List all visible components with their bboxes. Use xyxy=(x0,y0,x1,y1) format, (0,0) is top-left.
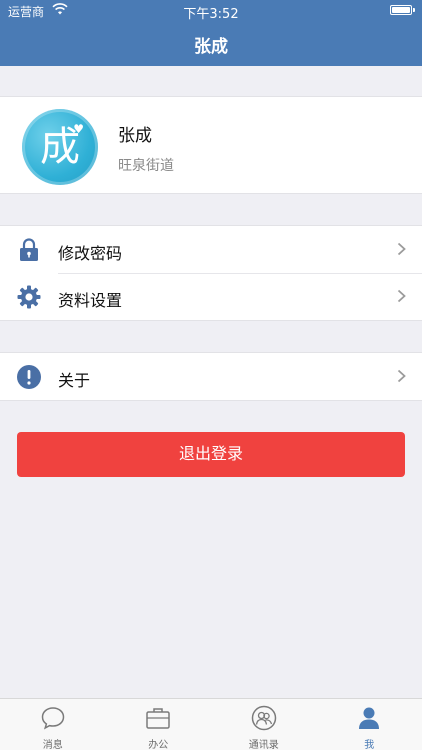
info-icon xyxy=(17,365,41,389)
menu-item-label: 资料设置 xyxy=(58,291,123,310)
person-icon xyxy=(359,707,380,729)
battery-icon xyxy=(390,5,415,15)
menu-item-about[interactable]: 关于 xyxy=(0,353,422,400)
heart-icon: ♥ xyxy=(73,122,84,136)
tab-messages[interactable]: 消息 xyxy=(0,699,106,750)
status-time: 下午3:52 xyxy=(183,7,239,22)
status-bar: 运营商 下午3:52 xyxy=(0,0,422,22)
chevron-right-icon xyxy=(397,242,406,256)
chevron-right-icon xyxy=(397,369,406,383)
page-title: 张成 xyxy=(194,37,228,57)
profile-card[interactable]: 成 ♥ 张成 旺泉街道 xyxy=(0,96,422,194)
menu-item-label: 关于 xyxy=(58,371,91,390)
menu-item-change-password[interactable]: 修改密码 xyxy=(0,226,422,273)
profile-district: 旺泉街道 xyxy=(118,158,174,174)
about-group: 关于 xyxy=(0,352,422,401)
lock-icon xyxy=(20,238,38,261)
top-bar: 运营商 下午3:52 张成 xyxy=(0,0,422,66)
profile-name: 张成 xyxy=(118,126,152,146)
menu-item-profile-settings[interactable]: 资料设置 xyxy=(0,273,422,320)
gear-icon xyxy=(17,285,41,309)
settings-group: 修改密码 资料设置 xyxy=(0,225,422,321)
menu-item-label: 修改密码 xyxy=(58,244,123,263)
tab-label: 办公 xyxy=(148,740,169,750)
tab-bar: 消息 办公 通讯录 我 xyxy=(0,698,422,750)
briefcase-icon xyxy=(146,708,170,729)
contacts-icon xyxy=(251,705,276,731)
message-icon xyxy=(41,707,65,730)
tab-label: 通讯录 xyxy=(248,740,279,750)
tab-contacts[interactable]: 通讯录 xyxy=(211,699,317,750)
tab-me[interactable]: 我 xyxy=(317,699,422,750)
logout-button[interactable]: 退出登录 xyxy=(17,432,405,477)
tab-label: 消息 xyxy=(42,740,63,750)
avatar[interactable]: 成 ♥ xyxy=(22,109,98,185)
tab-label: 我 xyxy=(364,740,375,750)
chevron-right-icon xyxy=(397,289,406,303)
tab-office[interactable]: 办公 xyxy=(106,699,212,750)
